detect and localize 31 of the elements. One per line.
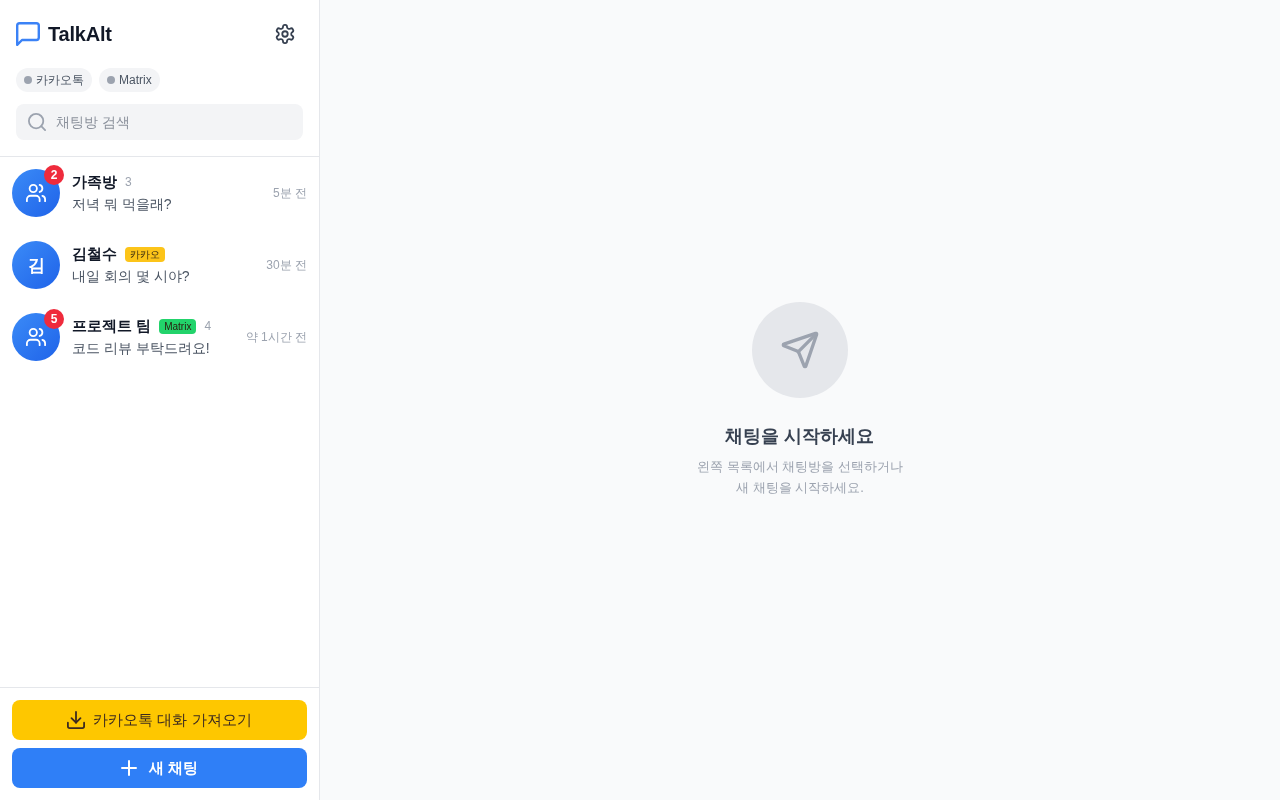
- users-icon: [26, 183, 46, 203]
- unread-badge: 2: [44, 165, 64, 185]
- empty-state-message: 왼쪽 목록에서 채팅방을 선택하거나 새 채팅을 시작하세요.: [696, 458, 904, 497]
- search-icon: [28, 113, 46, 131]
- timestamp: 30분 전: [266, 256, 307, 274]
- search-field[interactable]: 채팅방 검색: [16, 104, 303, 140]
- settings-icon: [275, 24, 295, 44]
- chat-name: 프로젝트 팀: [72, 316, 152, 336]
- chat-name: 김철수: [72, 244, 117, 264]
- users-icon: [26, 327, 46, 347]
- member-count: 4: [204, 319, 212, 333]
- avatar: 김: [12, 241, 60, 289]
- new-chat-button[interactable]: 새 채팅: [12, 748, 307, 788]
- plus-icon: [120, 760, 137, 776]
- timestamp: 5분 전: [273, 184, 307, 202]
- chat-bubble-icon: [16, 22, 40, 46]
- last-message: 내일 회의 몇 시야?: [72, 267, 190, 286]
- empty-state-title: 채팅을 시작하세요: [725, 425, 875, 448]
- import-button[interactable]: 카카오톡 대화 가져오기: [12, 700, 307, 740]
- platform-tag: Matrix: [159, 318, 197, 334]
- app-title: TalkAlt: [48, 22, 112, 46]
- last-message: 코드 리뷰 부탁드려요!: [72, 339, 210, 358]
- unread-badge: 5: [44, 309, 64, 329]
- download-icon: [67, 711, 86, 729]
- member-count: 3: [125, 175, 132, 189]
- timestamp: 약 1시간 전: [245, 328, 307, 346]
- chat-name: 가족방: [72, 172, 117, 192]
- connection-label: 카카오톡: [36, 71, 84, 89]
- last-message: 저녁 뭐 먹을래?: [72, 195, 172, 214]
- platform-tag: 카카오: [125, 246, 165, 262]
- connection-label: Matrix: [119, 73, 152, 87]
